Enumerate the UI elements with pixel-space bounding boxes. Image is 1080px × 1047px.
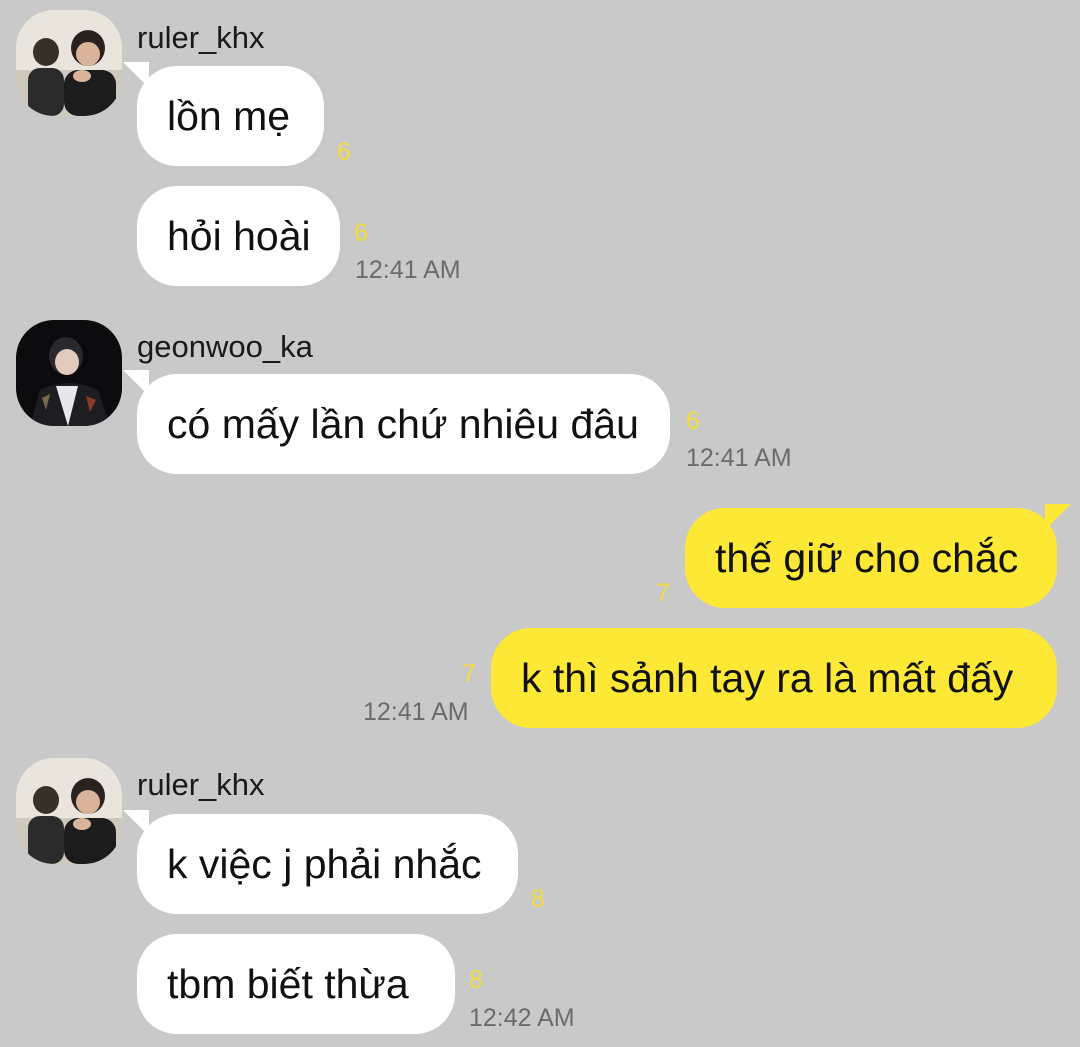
message-text: lồn mẹ [167, 92, 291, 139]
message-bubble[interactable]: có mấy lần chứ nhiêu đâu [123, 370, 670, 474]
bubble-tail [1045, 504, 1071, 530]
avatar[interactable] [16, 10, 122, 116]
unread-count: 8 [469, 966, 483, 994]
timestamp: 12:41 AM [355, 256, 461, 284]
message-text: k thì sảnh tay ra là mất đấy [521, 654, 1014, 701]
message-text: thế giữ cho chắc [715, 534, 1019, 581]
message-text: k việc j phải nhắc [167, 840, 482, 887]
timestamp: 12:42 AM [469, 1004, 575, 1032]
sender-name: ruler_khx [137, 20, 265, 55]
timestamp: 12:41 AM [686, 444, 792, 472]
sender-name: ruler_khx [137, 767, 265, 802]
message-text: hỏi hoài [167, 212, 311, 259]
unread-count: 8 [531, 885, 545, 913]
unread-count: 6 [337, 138, 351, 166]
timestamp: 12:41 AM [363, 698, 469, 726]
message-bubble[interactable]: thế giữ cho chắc [685, 504, 1071, 608]
message-bubble[interactable]: tbm biết thừa [137, 934, 455, 1034]
avatar-ruler-khx-icon [16, 10, 122, 116]
avatar-geonwoo-ka-icon [16, 320, 122, 426]
bubble-tail [123, 370, 149, 396]
avatar-ruler-khx-icon [16, 758, 122, 864]
unread-count: 6 [354, 219, 368, 247]
message-text: tbm biết thừa [167, 960, 409, 1007]
avatar[interactable] [16, 758, 122, 864]
message-bubble[interactable]: k thì sảnh tay ra là mất đấy [491, 628, 1057, 728]
message-bubble[interactable]: k việc j phải nhắc [123, 810, 518, 914]
bubble-tail [123, 810, 149, 836]
avatar[interactable] [16, 320, 122, 426]
bubble-tail [123, 62, 149, 88]
unread-count: 7 [656, 579, 670, 607]
message-text: có mấy lần chứ nhiêu đâu [167, 400, 639, 447]
unread-count: 6 [686, 407, 700, 435]
message-bubble[interactable]: hỏi hoài [137, 186, 340, 286]
message-bubble[interactable]: lồn mẹ [123, 62, 324, 166]
unread-count: 7 [462, 660, 476, 688]
sender-name: geonwoo_ka [137, 329, 313, 364]
